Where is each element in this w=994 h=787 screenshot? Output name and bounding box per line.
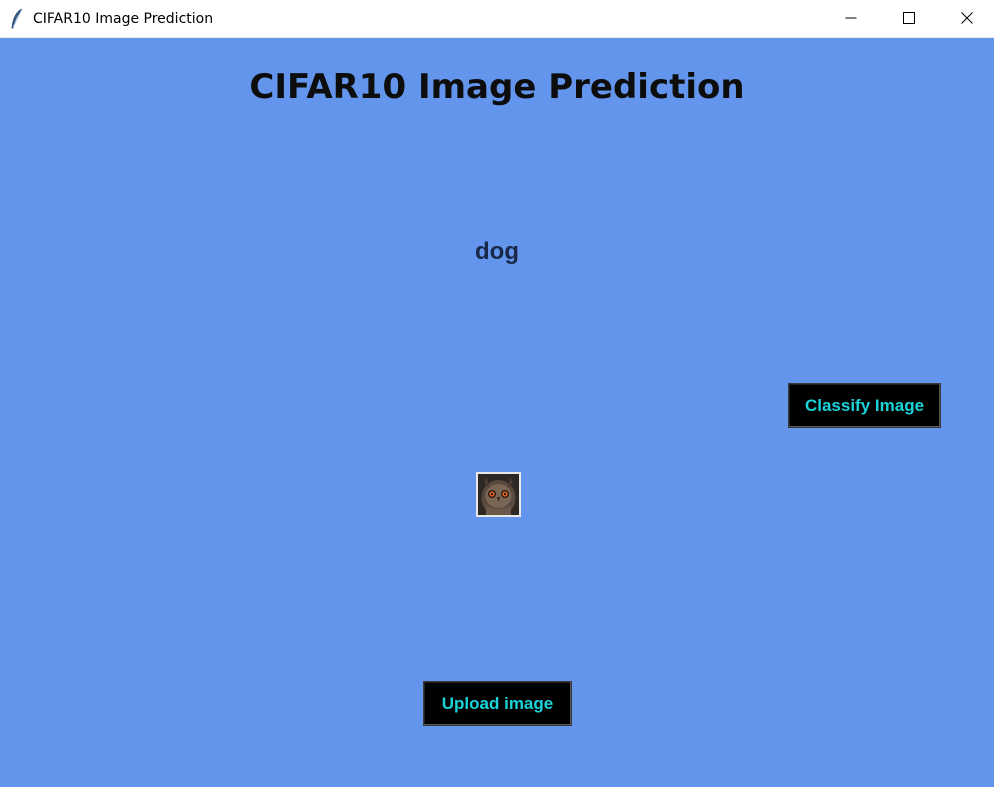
feather-icon bbox=[10, 8, 24, 30]
owl-image bbox=[476, 472, 521, 517]
minimize-button[interactable] bbox=[822, 0, 880, 37]
main-canvas: CIFAR10 Image Prediction dog Classify Im… bbox=[0, 38, 994, 787]
prediction-label: dog bbox=[475, 238, 519, 265]
page-title: CIFAR10 Image Prediction bbox=[249, 67, 745, 107]
maximize-icon bbox=[903, 9, 915, 28]
upload-image-button[interactable]: Upload image bbox=[423, 681, 572, 726]
minimize-icon bbox=[845, 9, 857, 28]
app-window: CIFAR10 Image Prediction CIFAR10 Image P… bbox=[0, 0, 994, 787]
close-icon bbox=[961, 9, 973, 28]
window-title: CIFAR10 Image Prediction bbox=[33, 11, 214, 27]
maximize-button[interactable] bbox=[880, 0, 938, 37]
classify-image-button[interactable]: Classify Image bbox=[788, 383, 941, 428]
title-bar[interactable]: CIFAR10 Image Prediction bbox=[0, 0, 994, 38]
close-button[interactable] bbox=[938, 0, 994, 37]
